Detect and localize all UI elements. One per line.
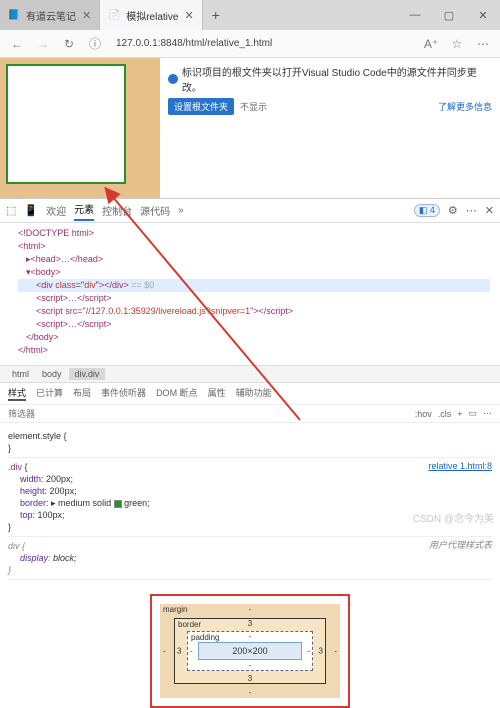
- rule-div[interactable]: relative 1.html:8 .div { width: 200px; h…: [8, 458, 492, 537]
- maximize-button[interactable]: ▢: [432, 0, 466, 30]
- green-box: [6, 64, 126, 184]
- favorite-icon[interactable]: ☆: [448, 35, 466, 53]
- dismiss-text[interactable]: 不显示: [240, 100, 267, 113]
- window-controls: — ▢ ✕: [398, 0, 500, 30]
- breadcrumb: html body div.div: [0, 365, 500, 383]
- notice-text: 标识项目的根文件夹以打开Visual Studio Code中的源文件并同步更改…: [182, 64, 492, 94]
- tab-console[interactable]: 控制台: [102, 203, 132, 218]
- minimize-button[interactable]: —: [398, 0, 432, 30]
- page-viewport: 标识项目的根文件夹以打开Visual Studio Code中的源文件并同步更改…: [0, 58, 500, 198]
- tab-welcome[interactable]: 欢迎: [46, 203, 66, 218]
- more-icon[interactable]: ⋯: [474, 35, 492, 53]
- styles-filter-row: :hov .cls + ▭ ⋯: [0, 405, 500, 423]
- rendered-page: [0, 58, 160, 198]
- watermark: CSDN @念今为美: [413, 510, 494, 525]
- browser-titlebar: 📘 有道云笔记 ✕ 📄 模拟relative ✕ + — ▢ ✕: [0, 0, 500, 30]
- new-tab-button[interactable]: +: [203, 0, 229, 30]
- tab-sources[interactable]: 源代码: [140, 203, 170, 218]
- vscode-notice: 标识项目的根文件夹以打开Visual Studio Code中的源文件并同步更改…: [160, 58, 500, 198]
- tab-inactive[interactable]: 📘 有道云笔记 ✕: [0, 0, 100, 30]
- tab-props[interactable]: 属性: [208, 386, 226, 401]
- rule-ua-div: 用户代理样式表 div { display: block; }: [8, 537, 492, 580]
- info-icon: [168, 74, 178, 84]
- source-link[interactable]: relative 1.html:8: [428, 460, 492, 472]
- more-icon[interactable]: ⋯: [483, 408, 492, 419]
- devtools: ⬚ 📱 欢迎 元素 控制台 源代码 » ◧ 4 ⚙ ⋯ ✕ <!DOCTYPE …: [0, 198, 500, 708]
- reader-icon[interactable]: A⁺: [422, 35, 440, 53]
- tab-active[interactable]: 📄 模拟relative ✕: [100, 0, 202, 30]
- page-icon: 📄: [108, 9, 120, 21]
- tab-computed[interactable]: 已计算: [36, 386, 63, 401]
- device-icon[interactable]: 📱: [24, 204, 38, 217]
- tab-more[interactable]: »: [178, 205, 184, 216]
- crumb-html[interactable]: html: [6, 368, 35, 380]
- site-info-icon[interactable]: ⓘ: [86, 35, 104, 53]
- box-icon[interactable]: ▭: [468, 408, 477, 419]
- rule-element-style[interactable]: element.style { }: [8, 427, 492, 458]
- kebab-icon[interactable]: ⋯: [466, 204, 477, 217]
- cls-toggle[interactable]: .cls: [438, 409, 452, 419]
- ua-label: 用户代理样式表: [429, 539, 492, 551]
- close-window-button[interactable]: ✕: [466, 0, 500, 30]
- set-root-button[interactable]: 设置根文件夹: [168, 98, 234, 115]
- box-content: 200×200: [198, 642, 302, 660]
- elements-tree[interactable]: <!DOCTYPE html> <html> ▸<head>…</head> ▾…: [0, 223, 500, 365]
- color-swatch[interactable]: [114, 500, 122, 508]
- tab-elements[interactable]: 元素: [74, 201, 94, 221]
- crumb-body[interactable]: body: [36, 368, 68, 380]
- tab-label: 有道云笔记: [26, 8, 76, 23]
- address-bar: ← → ↻ ⓘ 127.0.0.1:8848/html/relative_1.h…: [0, 30, 500, 58]
- gear-icon[interactable]: ⚙: [448, 204, 458, 217]
- reload-button[interactable]: ↻: [60, 35, 78, 53]
- tab-styles[interactable]: 样式: [8, 386, 26, 401]
- tab-dombp[interactable]: DOM 断点: [156, 386, 198, 401]
- issues-badge[interactable]: ◧ 4: [414, 204, 440, 217]
- hov-toggle[interactable]: :hov: [415, 409, 432, 419]
- note-icon: 📘: [8, 9, 20, 21]
- close-icon[interactable]: ✕: [82, 9, 91, 22]
- devtools-tabs: ⬚ 📱 欢迎 元素 控制台 源代码 » ◧ 4 ⚙ ⋯ ✕: [0, 199, 500, 223]
- box-model[interactable]: margin - - - - border 3 3 3 3 padding - …: [150, 594, 350, 708]
- tab-listeners[interactable]: 事件侦听器: [101, 386, 146, 401]
- new-rule-button[interactable]: +: [457, 409, 462, 419]
- tab-layout[interactable]: 布局: [73, 386, 91, 401]
- back-button[interactable]: ←: [8, 35, 26, 53]
- tab-label: 模拟relative: [126, 8, 178, 23]
- close-devtools-icon[interactable]: ✕: [485, 204, 494, 217]
- forward-button[interactable]: →: [34, 35, 52, 53]
- url-field[interactable]: 127.0.0.1:8848/html/relative_1.html: [112, 36, 414, 51]
- crumb-div[interactable]: div.div: [69, 368, 106, 380]
- tab-a11y[interactable]: 辅助功能: [236, 386, 272, 401]
- learn-more-link[interactable]: 了解更多信息: [438, 100, 492, 113]
- styles-rules: element.style { } relative 1.html:8 .div…: [0, 423, 500, 584]
- inspect-icon[interactable]: ⬚: [6, 204, 16, 217]
- styles-filter-input[interactable]: [8, 409, 68, 419]
- close-icon[interactable]: ✕: [184, 9, 193, 22]
- styles-tabs: 样式 已计算 布局 事件侦听器 DOM 断点 属性 辅助功能: [0, 383, 500, 405]
